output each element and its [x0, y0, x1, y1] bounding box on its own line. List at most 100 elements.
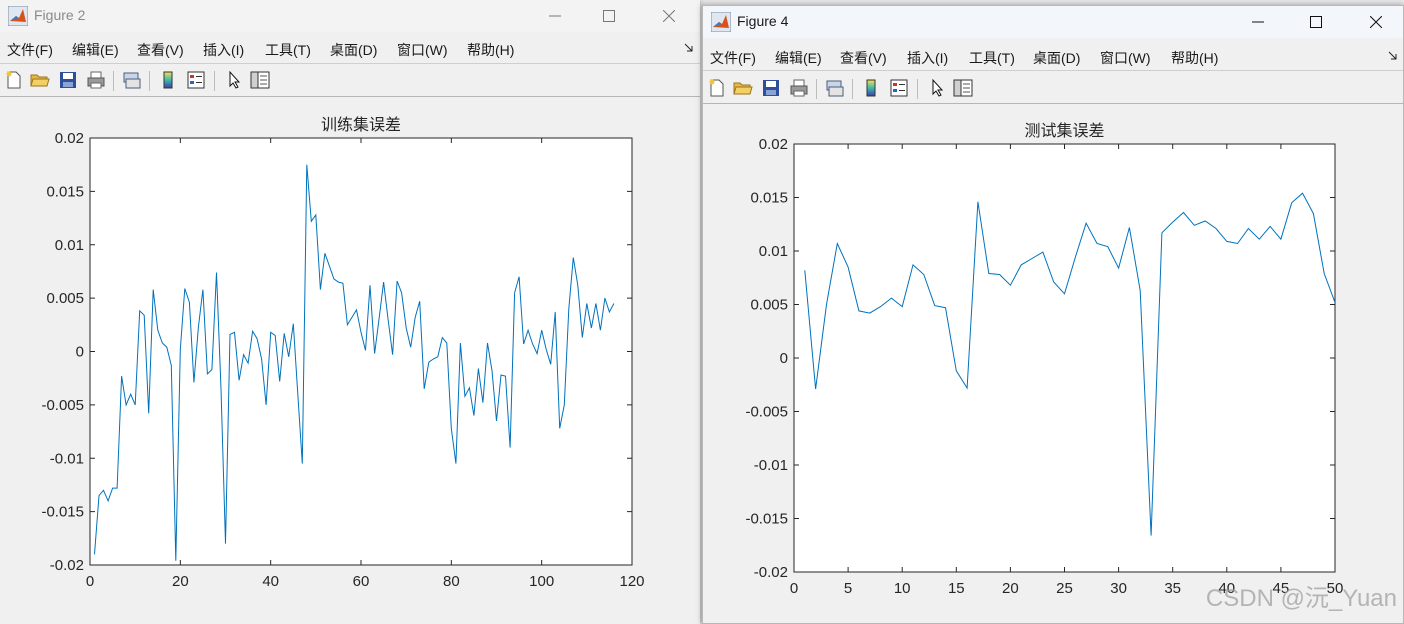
title-bar[interactable]: Figure 2: [0, 0, 700, 32]
new-file-icon[interactable]: [4, 70, 24, 90]
y-tick-label: 0.02: [759, 136, 788, 153]
y-tick-label: 0.01: [55, 237, 84, 254]
figure-4-plot-area: -0.02 -0.015 -0.01 -0.005 0 0.005 0.01 0.015 0.0…: [703, 104, 1403, 623]
menu-window[interactable]: 窗口(W): [1100, 48, 1151, 68]
x-tick-label: 80: [443, 573, 460, 590]
x-tick-label: 10: [894, 580, 911, 597]
close-button[interactable]: [646, 0, 692, 32]
menu-insert[interactable]: 插入(I): [203, 40, 244, 60]
x-tick-label: 5: [844, 580, 852, 597]
save-icon[interactable]: [761, 78, 781, 98]
menu-desktop[interactable]: 桌面(D): [330, 40, 377, 60]
legend-icon[interactable]: [889, 78, 909, 98]
close-icon: [1370, 16, 1382, 28]
x-tick-label: 0: [86, 573, 94, 590]
y-tick-label: 0.015: [46, 183, 84, 200]
x-tick-label: 0: [790, 580, 798, 597]
chart-title: 训练集误差: [321, 116, 401, 134]
print-icon[interactable]: [86, 70, 106, 90]
close-button[interactable]: [1353, 6, 1399, 38]
figure-4-axes[interactable]: -0.02 -0.015 -0.01 -0.005 0 0.005 0.01 0.015 0.0…: [703, 104, 1403, 619]
y-tick-label: -0.005: [745, 404, 788, 421]
x-tick-label: 15: [948, 580, 965, 597]
x-tick-label: 20: [1002, 580, 1019, 597]
menu-tools[interactable]: 工具(T): [265, 40, 311, 60]
menu-bar: 文件(F) 编辑(E) 查看(V) 插入(I) 工具(T) 桌面(D) 窗口(W…: [703, 42, 1403, 70]
property-panel-icon[interactable]: [953, 78, 973, 98]
menu-file[interactable]: 文件(F): [710, 48, 756, 68]
maximize-button[interactable]: [1293, 6, 1339, 38]
y-tick-label: -0.01: [50, 450, 84, 467]
legend-icon[interactable]: [186, 70, 206, 90]
x-tick-label: 20: [172, 573, 189, 590]
menu-edit[interactable]: 编辑(E): [775, 48, 822, 68]
y-tick-label: 0: [780, 350, 788, 367]
toolbar: [0, 64, 700, 96]
menu-view[interactable]: 查看(V): [137, 40, 184, 60]
y-tick-label: 0.02: [55, 130, 84, 147]
save-icon[interactable]: [58, 70, 78, 90]
menu-tools[interactable]: 工具(T): [969, 48, 1015, 68]
y-tick-label: 0.015: [750, 190, 788, 207]
menu-help[interactable]: 帮助(H): [467, 40, 514, 60]
y-tick-label: -0.015: [41, 504, 84, 521]
link-icon[interactable]: [122, 70, 142, 90]
maximize-button[interactable]: [586, 0, 632, 32]
watermark-text: CSDN @沅_Yuan: [1205, 585, 1397, 612]
axes-box: [89, 137, 633, 566]
y-tick-label: -0.01: [754, 457, 788, 474]
chart-title: 测试集误差: [1024, 122, 1104, 140]
toolbar: [703, 72, 1403, 104]
menu-window[interactable]: 窗口(W): [397, 40, 448, 60]
x-tick-label: 60: [353, 573, 370, 590]
x-tick-label: 40: [262, 573, 279, 590]
print-icon[interactable]: [789, 78, 809, 98]
maximize-icon: [603, 10, 615, 22]
x-tick-label: 120: [619, 573, 644, 590]
menu-desktop[interactable]: 桌面(D): [1033, 48, 1080, 68]
pointer-icon[interactable]: [224, 70, 244, 90]
figure-2-window[interactable]: Figure 2 文件(F) 编辑(E) 查看(V) 插入(I) 工具(T) 桌…: [0, 0, 700, 624]
pointer-icon[interactable]: [927, 78, 947, 98]
new-file-icon[interactable]: [707, 78, 727, 98]
menu-bar: 文件(F) 编辑(E) 查看(V) 插入(I) 工具(T) 桌面(D) 窗口(W…: [0, 34, 700, 62]
minimize-icon: [1252, 21, 1264, 23]
menu-edit[interactable]: 编辑(E): [72, 40, 119, 60]
figure-4-window[interactable]: Figure 4 文件(F) 编辑(E) 查看(V) 插入(I) 工具(T) 桌…: [702, 5, 1404, 624]
x-tick-label: 35: [1164, 580, 1181, 597]
colorbar-icon[interactable]: [158, 70, 178, 90]
menu-insert[interactable]: 插入(I): [907, 48, 948, 68]
menu-file[interactable]: 文件(F): [7, 40, 53, 60]
y-tick-label: -0.015: [745, 511, 788, 528]
property-panel-icon[interactable]: [250, 70, 270, 90]
close-icon: [663, 10, 675, 22]
dock-arrow-icon[interactable]: [1388, 51, 1398, 61]
y-tick-label: 0.005: [750, 297, 788, 314]
menu-help[interactable]: 帮助(H): [1171, 48, 1218, 68]
open-folder-icon[interactable]: [733, 78, 753, 98]
colorbar-icon[interactable]: [861, 78, 881, 98]
figure-2-plot-area: -0.02 -0.015 -0.01 -0.005 0 0.005 0.01 0.015 0.0…: [0, 97, 700, 621]
matlab-logo-icon: [8, 6, 28, 26]
link-icon[interactable]: [825, 78, 845, 98]
minimize-icon: [549, 15, 561, 17]
y-tick-label: -0.02: [754, 564, 788, 581]
y-tick-label: 0: [76, 344, 84, 361]
figure-2-axes[interactable]: -0.02 -0.015 -0.01 -0.005 0 0.005 0.01 0.015 0.0…: [0, 97, 700, 617]
maximize-icon: [1310, 16, 1322, 28]
minimize-button[interactable]: [1235, 6, 1281, 38]
window-title: Figure 2: [34, 7, 86, 23]
x-tick-label: 100: [529, 573, 554, 590]
y-tick-label: 0.005: [46, 290, 84, 307]
x-tick-label: 25: [1056, 580, 1073, 597]
y-tick-label: -0.02: [50, 557, 84, 574]
title-bar[interactable]: Figure 4: [703, 6, 1403, 38]
open-folder-icon[interactable]: [30, 70, 50, 90]
dock-arrow-icon[interactable]: [684, 43, 694, 53]
matlab-logo-icon: [711, 12, 731, 32]
y-tick-label: -0.005: [41, 397, 84, 414]
menu-view[interactable]: 查看(V): [840, 48, 887, 68]
minimize-button[interactable]: [532, 0, 578, 32]
y-tick-label: 0.01: [759, 243, 788, 260]
x-tick-label: 30: [1110, 580, 1127, 597]
